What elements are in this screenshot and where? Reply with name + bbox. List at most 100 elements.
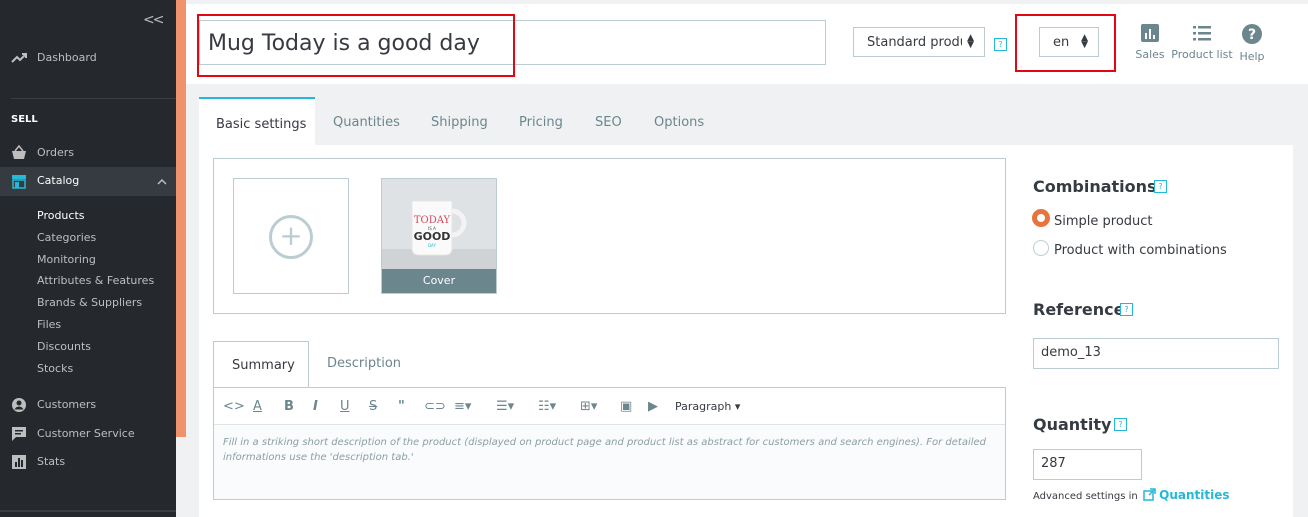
- product-name-input[interactable]: Mug Today is a good day: [199, 20, 826, 65]
- help-icon[interactable]: ?: [1114, 418, 1127, 431]
- text-color-icon[interactable]: A: [253, 399, 262, 414]
- sidebar-item-customers[interactable]: Customers: [0, 391, 176, 419]
- summary-editor[interactable]: <> A B I U S " ⊂⊃ ≡▾ ☰▾ ☷▾ ⊞▾ ▣ ▶ Paragr…: [213, 387, 1006, 500]
- bar-chart-icon: [12, 455, 26, 469]
- tab-shipping[interactable]: Shipping: [431, 97, 488, 145]
- sidebar-item-label: Dashboard: [37, 51, 97, 64]
- sidebar-item-dashboard[interactable]: Dashboard: [0, 44, 176, 72]
- underline-icon[interactable]: U: [340, 399, 350, 414]
- editor-toolbar: <> A B I U S " ⊂⊃ ≡▾ ☰▾ ☷▾ ⊞▾ ▣ ▶ Paragr…: [214, 388, 1005, 425]
- tab-pricing[interactable]: Pricing: [519, 97, 563, 145]
- bullet-list-icon[interactable]: ☰▾: [496, 399, 514, 414]
- reference-title: Reference: [1033, 300, 1125, 319]
- strikethrough-icon[interactable]: S: [369, 399, 377, 414]
- store-icon: [12, 175, 26, 189]
- sidebar-item-label: Catalog: [37, 174, 80, 187]
- mug-text-line: GOOD: [414, 230, 451, 243]
- sidebar-item-label: Customer Service: [37, 427, 135, 440]
- help-icon[interactable]: ?: [1154, 180, 1167, 193]
- sidebar-subitem-discounts[interactable]: Discounts: [37, 340, 91, 353]
- numbered-list-icon[interactable]: ☷▾: [538, 399, 556, 414]
- sidebar-subitem-monitoring[interactable]: Monitoring: [37, 253, 96, 266]
- mug-image: TODAY IS A GOOD DAY: [382, 179, 496, 271]
- quantity-input[interactable]: 287: [1033, 449, 1142, 480]
- quantity-title: Quantity: [1033, 415, 1112, 434]
- chat-icon: [12, 427, 26, 441]
- help-icon[interactable]: ?: [1120, 303, 1133, 316]
- link-icon[interactable]: ⊂⊃: [424, 399, 446, 414]
- plus-circle-icon: +: [269, 215, 313, 259]
- sales-chart-icon: [1141, 24, 1159, 42]
- help-icon[interactable]: ?: [994, 38, 1007, 51]
- format-select[interactable]: Paragraph ▾: [675, 400, 740, 413]
- sidebar-subitem-categories[interactable]: Categories: [37, 231, 96, 244]
- quantities-link[interactable]: Quantities: [1159, 488, 1229, 502]
- sidebar-item-catalog[interactable]: Catalog: [0, 167, 176, 197]
- combinations-radio[interactable]: [1033, 240, 1049, 256]
- simple-product-label[interactable]: Simple product: [1054, 214, 1153, 229]
- help-label: Help: [1239, 50, 1265, 63]
- user-circle-icon: [12, 398, 26, 412]
- sidebar-subitem-brands-suppliers[interactable]: Brands & Suppliers: [37, 296, 142, 309]
- italic-icon[interactable]: I: [313, 399, 318, 414]
- combinations-label[interactable]: Product with combinations: [1054, 243, 1227, 258]
- tab-summary[interactable]: Summary: [213, 341, 309, 388]
- product-type-select[interactable]: Standard product ▲▼: [853, 27, 985, 57]
- sidebar-subitem-products[interactable]: Products: [37, 209, 85, 222]
- cover-label: Cover: [382, 269, 496, 293]
- simple-product-radio[interactable]: [1033, 210, 1049, 226]
- sidebar-subitem-attributes-features[interactable]: Attributes & Features: [37, 274, 154, 287]
- code-icon[interactable]: <>: [223, 399, 245, 414]
- sidebar-item-stats[interactable]: Stats: [0, 448, 176, 476]
- external-link-icon: [1143, 488, 1156, 501]
- language-select[interactable]: en ▲ ▼: [1039, 27, 1099, 57]
- advanced-settings-text: Advanced settings in: [1033, 491, 1138, 502]
- sidebar-item-customer-service[interactable]: Customer Service: [0, 420, 176, 448]
- sidebar-divider: [0, 510, 176, 512]
- tab-basic-settings[interactable]: Basic settings: [199, 97, 315, 145]
- sidebar-subitem-stocks[interactable]: Stocks: [37, 362, 73, 375]
- sidebar: << Dashboard SELL Orders Catalog Product…: [0, 0, 176, 517]
- header-accent-strip: [176, 0, 186, 437]
- sales-label: Sales: [1135, 48, 1165, 61]
- sales-button[interactable]: Sales: [1133, 24, 1167, 61]
- sidebar-subitem-files[interactable]: Files: [37, 318, 61, 331]
- add-image-button[interactable]: +: [233, 178, 349, 294]
- collapse-sidebar-icon[interactable]: <<: [143, 12, 165, 28]
- sidebar-item-label: Stats: [37, 455, 66, 468]
- cover-image-thumbnail[interactable]: TODAY IS A GOOD DAY Cover: [381, 178, 497, 294]
- question-circle-icon: ?: [1242, 24, 1262, 44]
- language-value: en: [1053, 34, 1070, 50]
- blockquote-icon[interactable]: ": [398, 399, 405, 414]
- chevron-up-icon[interactable]: [157, 178, 167, 185]
- select-arrows-icon: ▲ ▼: [967, 33, 974, 50]
- trending-up-icon: [11, 53, 27, 63]
- align-icon[interactable]: ≡▾: [454, 399, 471, 414]
- table-icon[interactable]: ⊞▾: [580, 399, 597, 414]
- svg-text:?: ?: [1248, 27, 1256, 43]
- sidebar-section-sell: SELL: [11, 114, 38, 125]
- reference-input[interactable]: demo_13: [1033, 338, 1279, 369]
- product-list-button[interactable]: Product list: [1170, 24, 1234, 61]
- media-icon[interactable]: ▶: [648, 399, 658, 414]
- help-button[interactable]: ? Help: [1237, 24, 1267, 63]
- strip-gap: [176, 437, 186, 517]
- sidebar-divider: [11, 98, 176, 99]
- product-list-label: Product list: [1171, 48, 1233, 61]
- tab-options[interactable]: Options: [654, 97, 704, 145]
- mug-text-line: TODAY: [414, 215, 451, 226]
- advanced-settings-note: Advanced settings in Quantities: [1033, 488, 1230, 502]
- sidebar-item-label: Orders: [37, 146, 74, 159]
- tab-description[interactable]: Description: [327, 341, 401, 388]
- basket-icon: [12, 145, 26, 159]
- sidebar-item-label: Customers: [37, 398, 97, 411]
- summary-placeholder: Fill in a striking short description of …: [223, 437, 987, 463]
- sidebar-item-orders[interactable]: Orders: [0, 139, 176, 167]
- tab-quantities[interactable]: Quantities: [333, 97, 400, 145]
- combinations-title: Combinations: [1033, 177, 1157, 196]
- image-icon[interactable]: ▣: [620, 399, 632, 414]
- bold-icon[interactable]: B: [284, 399, 294, 414]
- mug-text-line: DAY: [428, 243, 436, 248]
- tab-seo[interactable]: SEO: [595, 97, 622, 145]
- list-icon: [1193, 26, 1211, 41]
